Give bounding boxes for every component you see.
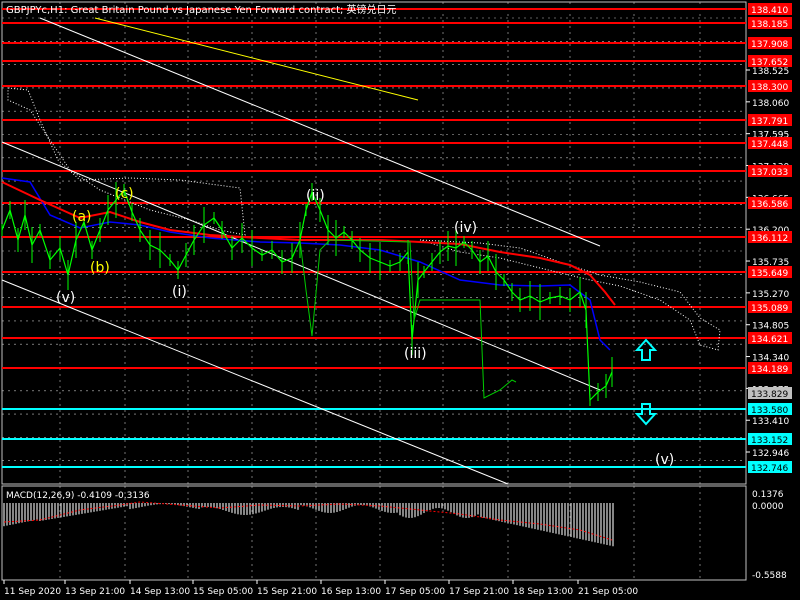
macd-axis-zero: 0.0000 bbox=[752, 502, 784, 512]
price-tag-label: 136.586 bbox=[751, 200, 788, 210]
wave-label-iii: (iii) bbox=[404, 346, 427, 362]
macd-label: MACD(12,26,9) -0.4109 -0.3136 bbox=[6, 491, 150, 501]
time-tick-label: 11 Sep 2020 bbox=[4, 587, 61, 597]
time-tick-label: 17 Sep 05:00 bbox=[385, 587, 445, 597]
price-tag-label: 138.300 bbox=[751, 83, 788, 93]
price-tag-label: 132.746 bbox=[751, 464, 788, 474]
price-tick-label: 133.410 bbox=[752, 417, 789, 427]
price-tag-label: 138.410 bbox=[751, 6, 788, 16]
time-tick-label: 15 Sep 05:00 bbox=[193, 587, 253, 597]
price-tag-label: 138.185 bbox=[751, 20, 788, 30]
time-tick-label: 16 Sep 13:00 bbox=[321, 587, 381, 597]
price-tag-label: 137.791 bbox=[751, 117, 788, 127]
price-axis: 138.525138.060137.595137.130136.665136.2… bbox=[746, 3, 792, 474]
horizontal-levels bbox=[2, 8, 746, 468]
price-tag-label: 137.652 bbox=[751, 58, 788, 68]
wave-label-b: (b) bbox=[90, 260, 110, 276]
price-tick-label: 132.946 bbox=[752, 449, 789, 459]
wave-label-c: (c) bbox=[115, 186, 134, 202]
price-tick-label: 138.525 bbox=[752, 67, 789, 77]
macd-panel: 0.1376 0.0000 -0.5588 bbox=[3, 490, 787, 581]
main-chart-frame bbox=[1, 1, 747, 485]
time-tick-label: 17 Sep 21:00 bbox=[449, 587, 509, 597]
wave-label-iv: (iv) bbox=[454, 220, 477, 236]
time-tick-label: 15 Sep 21:00 bbox=[257, 587, 317, 597]
wave-label-a: (a) bbox=[72, 209, 92, 225]
chart-overlay bbox=[1, 17, 721, 485]
arrow-up-icon bbox=[634, 338, 658, 361]
price-tick-label: 135.270 bbox=[752, 290, 789, 300]
chart-title: GBPJPYc,H1: Great Britain Pound vs Japan… bbox=[6, 3, 397, 16]
price-tag-label: 134.621 bbox=[751, 335, 788, 345]
price-tag-label: 135.649 bbox=[751, 269, 788, 279]
wave-label-v1: (v) bbox=[56, 290, 75, 306]
price-tick-label: 134.805 bbox=[752, 322, 789, 332]
price-tag-label: 137.448 bbox=[751, 140, 788, 150]
macd-axis-bottom: -0.5588 bbox=[752, 571, 787, 581]
price-tag-label: 136.112 bbox=[751, 234, 788, 244]
price-tick-label: 138.060 bbox=[752, 99, 789, 109]
time-axis: 11 Sep 2020 13 Sep 21:00 14 Sep 13:00 15 Se… bbox=[3, 580, 638, 597]
price-tag-label: 133.829 bbox=[751, 390, 788, 400]
price-tag-label: 137.908 bbox=[751, 40, 788, 50]
price-tag-label: 133.580 bbox=[751, 406, 788, 416]
time-tick-label: 13 Sep 21:00 bbox=[65, 587, 125, 597]
time-tick-label: 14 Sep 13:00 bbox=[130, 587, 190, 597]
price-tag-label: 137.033 bbox=[751, 168, 788, 178]
wave-label-ii: (ii) bbox=[306, 188, 325, 204]
macd-axis-top: 0.1376 bbox=[752, 490, 784, 500]
macd-signal-line bbox=[3, 501, 613, 541]
price-tag-label: 133.152 bbox=[751, 436, 788, 446]
chart-canvas[interactable]: 138.525138.060137.595137.130136.665136.2… bbox=[0, 0, 800, 600]
time-tick-label: 21 Sep 05:00 bbox=[578, 587, 638, 597]
trend-line bbox=[94, 17, 419, 101]
time-tick-label: 18 Sep 13:00 bbox=[513, 587, 573, 597]
channel-line bbox=[1, 279, 509, 485]
wave-label-i: (i) bbox=[172, 284, 187, 300]
wave-label-v2: (v) bbox=[655, 452, 674, 468]
ichimoku-cloud bbox=[7, 87, 246, 236]
price-tag-label: 135.089 bbox=[751, 304, 788, 314]
price-tag-label: 134.189 bbox=[751, 365, 788, 375]
